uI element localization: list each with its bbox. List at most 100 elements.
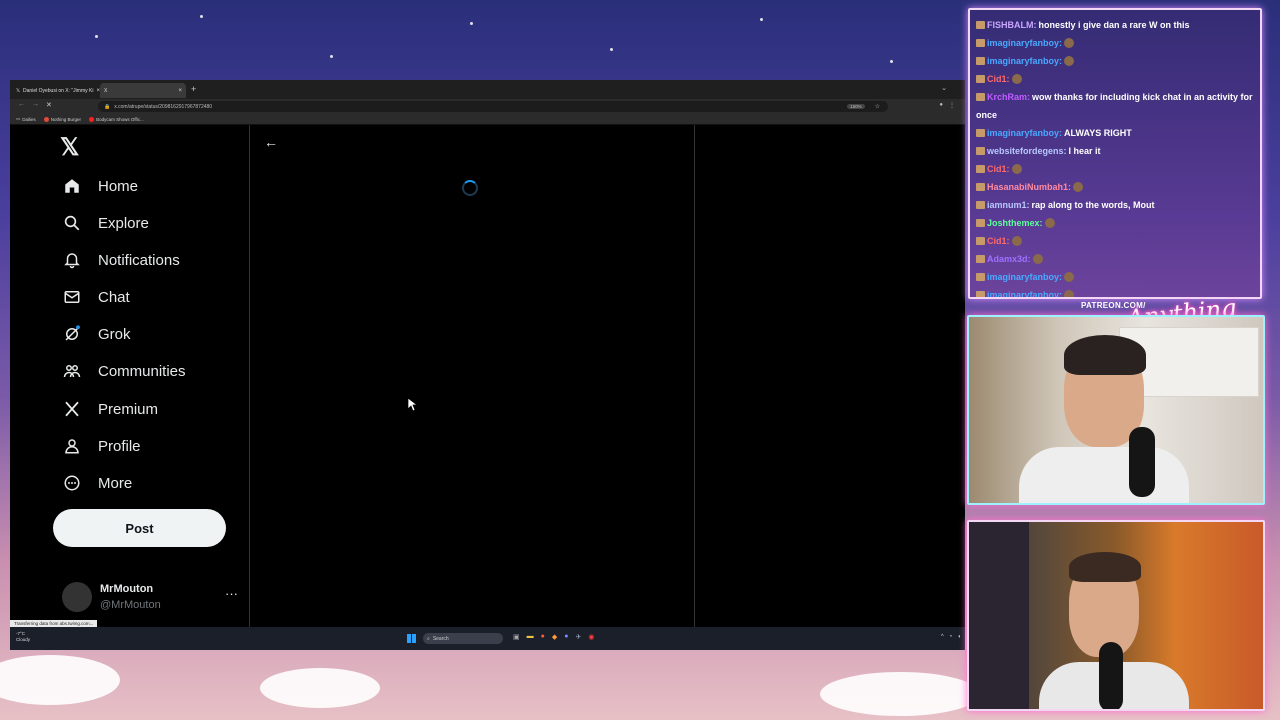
chevron-down-icon[interactable]: ⌄ [941, 84, 947, 92]
emote-icon [1011, 164, 1022, 174]
zoom-badge[interactable]: 150% [847, 104, 865, 109]
chat-username: Cid1: [987, 74, 1010, 84]
x-page: 𝕏 Home Explore Notifications Chat Grok C… [10, 125, 965, 627]
badge-icon [976, 237, 985, 245]
chat-username: HasanabiNumbah1: [987, 182, 1072, 192]
back-icon[interactable]: ← [18, 101, 25, 108]
bookmark-nothing-burger[interactable]: Nothing Burger [43, 116, 81, 122]
emote-icon [1064, 56, 1075, 66]
nav-communities[interactable]: Communities [62, 356, 186, 386]
more-circle-icon [62, 473, 82, 493]
forward-icon[interactable]: → [32, 101, 39, 108]
nav-explore[interactable]: Explore [62, 208, 149, 238]
cloud [0, 655, 120, 705]
badge-icon [976, 39, 985, 47]
star [610, 48, 613, 51]
chat-message: imaginaryfanboy: [976, 34, 1254, 52]
hair [1069, 552, 1141, 582]
badge-icon [976, 57, 985, 65]
chat-username: KrchRam: [987, 92, 1031, 102]
webcam-streamer-1 [967, 315, 1265, 505]
star [95, 35, 98, 38]
volume-icon[interactable]: ◖ [957, 634, 961, 640]
cloud [260, 668, 380, 708]
browser-tab-tweet[interactable]: 𝕏 Daniel Oyebusi on X: "Jimmy Ki × [12, 83, 100, 98]
home-icon [62, 176, 82, 196]
windows-start-icon[interactable] [407, 634, 416, 643]
emote-icon [1011, 236, 1022, 246]
taskbar-search[interactable]: ⌕ Search [423, 633, 503, 644]
back-arrow-icon[interactable]: ← [264, 134, 278, 150]
mouse-cursor-icon [408, 398, 418, 412]
badge-icon [976, 291, 985, 297]
left-sidebar: 𝕏 Home Explore Notifications Chat Grok C… [10, 125, 250, 627]
task-view-icon[interactable]: ▣ [513, 633, 520, 641]
x-logo-icon[interactable]: 𝕏 [60, 133, 79, 162]
search-icon: ⌕ [427, 635, 430, 642]
star [470, 22, 473, 25]
extension-icon[interactable]: ● [939, 102, 943, 109]
badge-icon [976, 165, 985, 173]
network-icon[interactable]: ◔ [949, 634, 953, 640]
shirt [1019, 447, 1189, 503]
account-switcher[interactable]: MrMouton @MrMouton ··· [62, 580, 242, 614]
mail-icon [62, 287, 82, 307]
nav-chat[interactable]: Chat [62, 282, 130, 312]
chat-username: imaginaryfanboy: [987, 38, 1063, 48]
more-horizontal-icon[interactable]: ··· [225, 586, 238, 601]
chat-text: rap along to the words, Mout [1031, 200, 1155, 210]
firefox-icon[interactable]: ● [541, 633, 545, 641]
close-tab-icon[interactable]: × [178, 88, 182, 94]
chat-message: HasanabiNumbah1: [976, 178, 1254, 196]
menu-icon[interactable]: ⋮ [949, 102, 955, 109]
discord-icon[interactable]: ● [564, 633, 568, 641]
nav-profile[interactable]: Profile [62, 431, 141, 461]
bookmark-label: Bodycam Shows Offic... [96, 116, 144, 122]
file-explorer-icon[interactable]: ▬ [527, 633, 534, 641]
browser-tab-x[interactable]: X × [100, 83, 186, 98]
account-handle: @MrMouton [100, 599, 161, 611]
microphone [1099, 642, 1123, 709]
microphone [1129, 427, 1155, 497]
badge-icon [976, 21, 985, 29]
bookmark-bodycam[interactable]: Bodycam Shows Offic... [89, 116, 144, 122]
chevron-up-icon[interactable]: ^ [941, 634, 944, 640]
steam-icon[interactable]: ✈ [575, 633, 581, 641]
nav-notifications[interactable]: Notifications [62, 245, 180, 275]
chat-username: Cid1: [987, 236, 1010, 246]
badge-icon [976, 75, 985, 83]
app-icon[interactable]: ◆ [552, 633, 557, 641]
chat-message: imaginaryfanboy: [976, 52, 1254, 70]
chat-text: I hear it [1068, 146, 1101, 156]
new-tab-button[interactable]: + [191, 84, 196, 94]
badge-icon [976, 129, 985, 137]
nav-label: Notifications [98, 251, 180, 269]
bookmark-star-icon[interactable]: ☆ [875, 103, 880, 110]
badge-icon [976, 93, 985, 101]
chat-message: iamnum1: rap along to the words, Mout [976, 196, 1254, 214]
nav-grok[interactable]: Grok [62, 319, 131, 349]
chat-username: FISHBALM: [987, 20, 1037, 30]
nav-label: Premium [98, 400, 159, 418]
chat-message: FISHBALM: honestly i give dan a rare W on… [976, 16, 1254, 34]
status-bar-text: Transferring data from abs.twimg.com... [10, 620, 98, 627]
stop-loading-icon[interactable]: ✕ [46, 101, 52, 109]
webcam-streamer-2 [967, 520, 1265, 711]
chat-username: iamnum1: [987, 200, 1030, 210]
tab-title: X [104, 87, 108, 94]
address-bar[interactable]: 🔒 x.com/atrupe/status/209816291796787248… [98, 101, 888, 112]
nav-more[interactable]: More [62, 468, 132, 498]
x-favicon-icon: 𝕏 [16, 87, 21, 94]
obs-icon[interactable]: ◉ [588, 633, 594, 641]
chat-message: Cid1: [976, 232, 1254, 250]
youtube-icon [89, 116, 95, 122]
bookmark-dailies[interactable]: ▭ Dailies [16, 116, 36, 122]
chat-message: Cid1: [976, 70, 1254, 88]
nav-premium[interactable]: Premium [62, 394, 158, 424]
star [330, 55, 333, 58]
post-button[interactable]: Post [53, 509, 226, 547]
windows-taskbar: -7°C Cloudy ⌕ Search ▣ ▬ ● ◆ ● ✈ ◉ ^ ◔ ◖ [10, 627, 965, 650]
emote-icon [1073, 182, 1084, 192]
weather-widget[interactable]: -7°C Cloudy [16, 631, 30, 643]
nav-home[interactable]: Home [62, 171, 138, 201]
